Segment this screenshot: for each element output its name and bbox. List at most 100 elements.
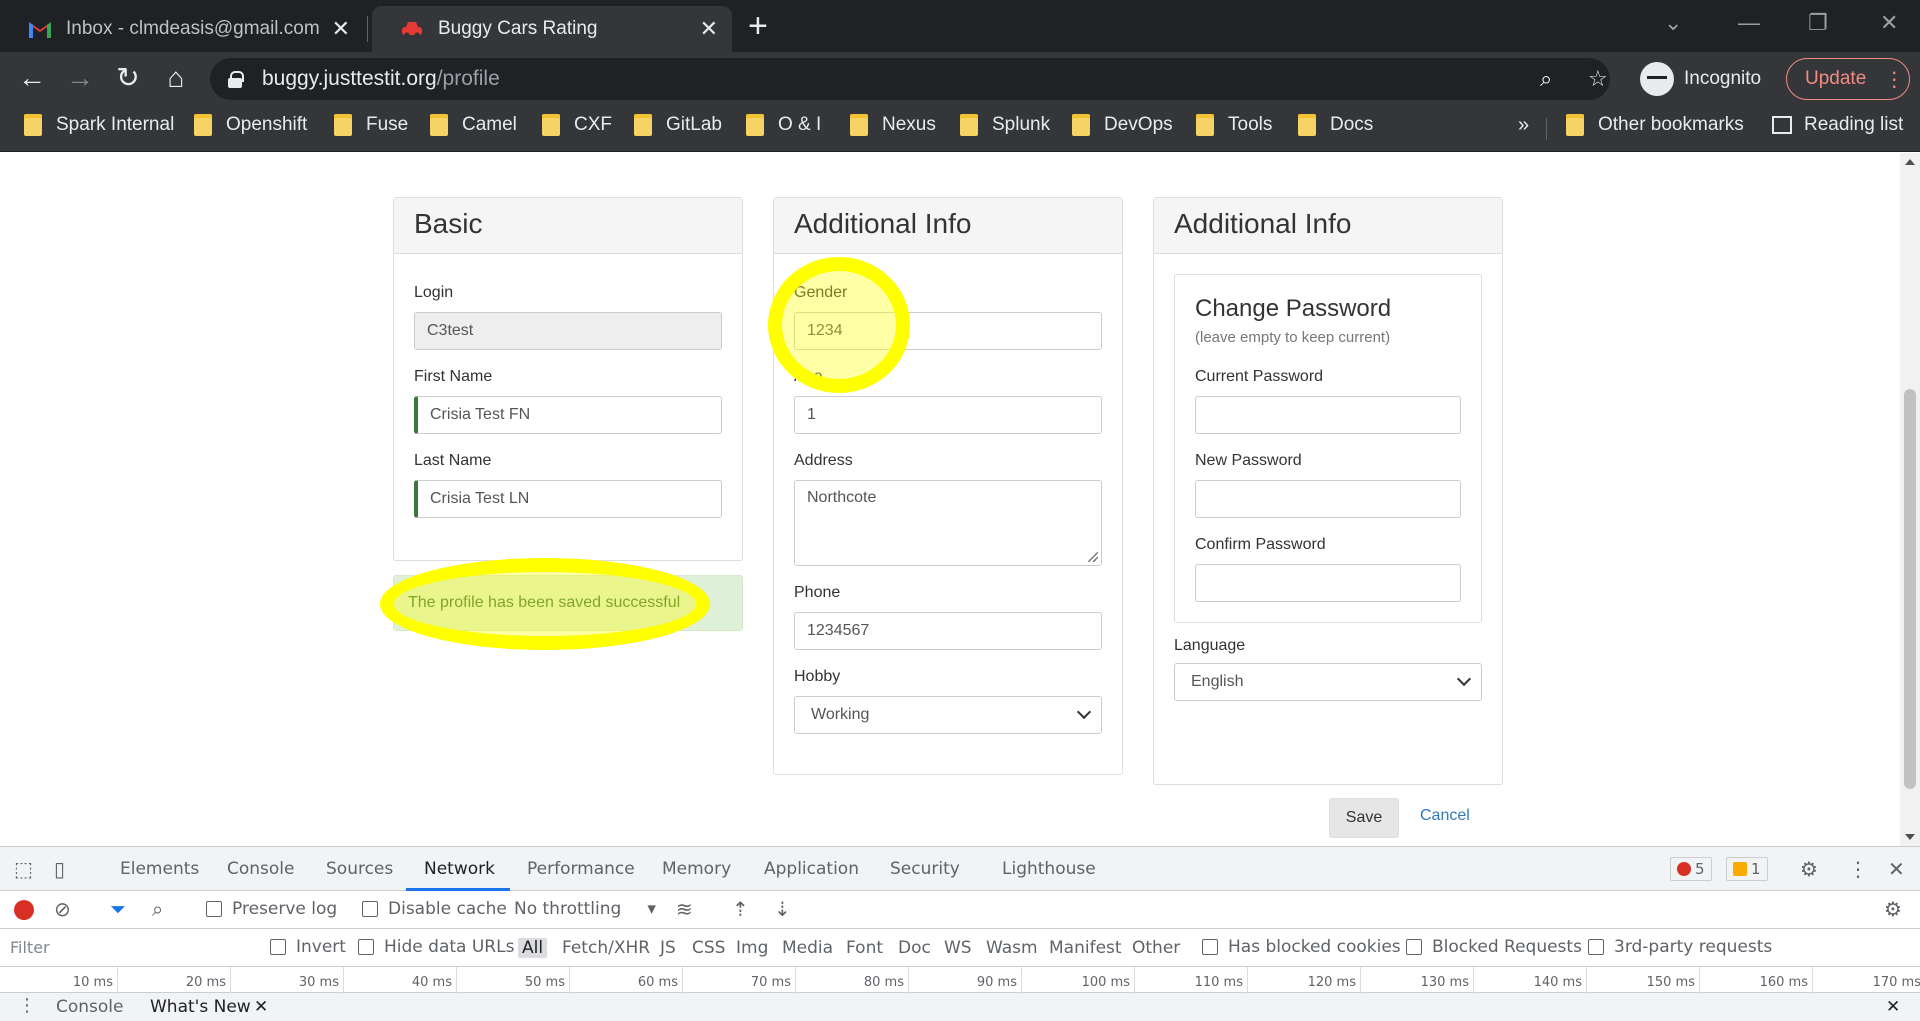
- other-bookmarks[interactable]: Other bookmarks: [1566, 114, 1744, 136]
- minimize-icon[interactable]: —: [1738, 10, 1760, 36]
- last-name-field[interactable]: Crisia Test LN: [414, 480, 722, 518]
- scroll-up-arrow-icon[interactable]: [1905, 159, 1915, 165]
- network-settings-gear-icon[interactable]: ⚙: [1884, 897, 1902, 921]
- bookmark-fuse[interactable]: Fuse: [334, 114, 408, 136]
- filter-type-manifest[interactable]: Manifest: [1049, 938, 1122, 958]
- devtools-tab-network[interactable]: Network: [424, 859, 495, 879]
- close-drawer-icon[interactable]: ✕: [1886, 997, 1900, 1017]
- hide-data-urls-checkbox[interactable]: Hide data URLs: [358, 937, 514, 957]
- update-button[interactable]: Update ⋮: [1786, 58, 1910, 100]
- language-select[interactable]: English: [1174, 663, 1482, 701]
- devtools-tab-performance[interactable]: Performance: [527, 859, 635, 879]
- new-tab-icon[interactable]: +: [748, 8, 768, 44]
- devtools-tab-application[interactable]: Application: [764, 859, 859, 879]
- zoom-magnifier-icon[interactable]: ⌕: [1540, 66, 1552, 92]
- scroll-down-arrow-icon[interactable]: [1905, 834, 1915, 840]
- devtools-tab-security[interactable]: Security: [890, 859, 960, 879]
- back-arrow-icon[interactable]: ←: [14, 62, 50, 94]
- bookmark-gitlab[interactable]: GitLab: [634, 114, 722, 136]
- close-tab-icon[interactable]: ✕: [332, 16, 350, 42]
- bookmark-nexus[interactable]: Nexus: [850, 114, 936, 136]
- browser-tab-gmail[interactable]: Inbox - clmdeasis@gmail.com - G ✕: [0, 6, 364, 52]
- bookmark-openshift[interactable]: Openshift: [194, 114, 307, 136]
- tab-search-chevron-icon[interactable]: ⌄: [1664, 10, 1682, 36]
- warning-count-badge[interactable]: 1: [1726, 857, 1768, 881]
- first-name-field[interactable]: Crisia Test FN: [414, 396, 722, 434]
- restore-icon[interactable]: ❐: [1808, 10, 1828, 36]
- filter-funnel-icon[interactable]: ⏷: [110, 897, 126, 921]
- bookmark-tools[interactable]: Tools: [1196, 114, 1272, 136]
- search-icon[interactable]: ⌕: [152, 897, 163, 921]
- lock-icon[interactable]: [228, 71, 244, 88]
- devtools-tab-elements[interactable]: Elements: [120, 859, 199, 879]
- close-drawer-tab-icon[interactable]: ✕: [254, 997, 268, 1017]
- phone-field[interactable]: 1234567: [794, 612, 1102, 650]
- device-toolbar-icon[interactable]: ▯: [54, 857, 65, 881]
- has-blocked-cookies-checkbox[interactable]: Has blocked cookies: [1202, 937, 1401, 957]
- drawer-tab-console[interactable]: Console: [56, 997, 124, 1017]
- bookmark-devops[interactable]: DevOps: [1072, 114, 1173, 136]
- hobby-select[interactable]: Working: [794, 696, 1102, 734]
- devtools-tab-memory[interactable]: Memory: [662, 859, 731, 879]
- drawer-tab-whats-new[interactable]: What's New: [150, 997, 251, 1017]
- throttling-select[interactable]: No throttling ▾: [514, 899, 656, 919]
- filter-type-font[interactable]: Font: [846, 938, 883, 958]
- record-icon[interactable]: [14, 900, 34, 920]
- bookmark-docs[interactable]: Docs: [1298, 114, 1373, 136]
- resize-grip-icon[interactable]: [1088, 552, 1098, 562]
- third-party-requests-checkbox[interactable]: 3rd-party requests: [1588, 937, 1772, 957]
- filter-type-doc[interactable]: Doc: [898, 938, 931, 958]
- settings-gear-icon[interactable]: ⚙: [1800, 857, 1818, 881]
- address-textarea[interactable]: Northcote: [794, 480, 1102, 566]
- close-window-icon[interactable]: ✕: [1880, 10, 1898, 36]
- network-conditions-wifi-icon[interactable]: ≋: [676, 897, 693, 921]
- bookmark-splunk[interactable]: Splunk: [960, 114, 1050, 136]
- devtools-tab-sources[interactable]: Sources: [326, 859, 393, 879]
- import-har-upload-icon[interactable]: ⇡: [732, 897, 749, 921]
- age-field[interactable]: 1: [794, 396, 1102, 434]
- preserve-log-checkbox[interactable]: Preserve log: [206, 899, 337, 919]
- bookmark-o-and-i[interactable]: O & I: [746, 114, 821, 136]
- filter-type-all[interactable]: All: [518, 938, 548, 958]
- new-password-field[interactable]: [1195, 480, 1461, 518]
- incognito-indicator[interactable]: Incognito: [1640, 58, 1761, 100]
- reload-icon[interactable]: ↻: [110, 62, 146, 94]
- address-bar[interactable]: buggy.justtestit.org/profile ⌕ ☆: [210, 58, 1610, 100]
- error-count-badge[interactable]: 5: [1670, 857, 1712, 881]
- reading-list[interactable]: Reading list: [1772, 114, 1903, 136]
- bookmark-spark-internal[interactable]: Spark Internal: [24, 114, 174, 136]
- filter-type-img[interactable]: Img: [736, 938, 768, 958]
- confirm-password-field[interactable]: [1195, 564, 1461, 602]
- filter-type-other[interactable]: Other: [1132, 938, 1180, 958]
- cancel-link[interactable]: Cancel: [1420, 807, 1470, 825]
- invert-checkbox[interactable]: Invert: [270, 937, 346, 957]
- filter-type-ws[interactable]: WS: [944, 938, 972, 958]
- current-password-field[interactable]: [1195, 396, 1461, 434]
- drawer-menu-kebab-icon[interactable]: ⋮: [18, 995, 36, 1016]
- inspect-element-icon[interactable]: ⬚: [14, 857, 33, 881]
- disable-cache-checkbox[interactable]: Disable cache: [362, 899, 507, 919]
- scrollbar-thumb[interactable]: [1904, 389, 1916, 789]
- filter-type-js[interactable]: JS: [660, 938, 676, 958]
- filter-type-media[interactable]: Media: [782, 938, 833, 958]
- bookmarks-overflow-icon[interactable]: »: [1518, 114, 1529, 137]
- blocked-requests-checkbox[interactable]: Blocked Requests: [1406, 937, 1582, 957]
- filter-type-fetch-xhr[interactable]: Fetch/XHR: [562, 938, 650, 958]
- browser-tab-buggy-cars[interactable]: Buggy Cars Rating ✕: [372, 6, 732, 52]
- devtools-menu-kebab-icon[interactable]: ⋮: [1848, 857, 1868, 881]
- bookmark-camel[interactable]: Camel: [430, 114, 517, 136]
- filter-input[interactable]: Filter: [4, 935, 250, 961]
- close-devtools-icon[interactable]: ✕: [1888, 857, 1905, 881]
- filter-type-css[interactable]: CSS: [692, 938, 725, 958]
- page-scrollbar[interactable]: [1900, 153, 1920, 846]
- forward-arrow-icon[interactable]: →: [62, 62, 98, 94]
- export-har-download-icon[interactable]: ⇣: [774, 897, 791, 921]
- bookmark-cxf[interactable]: CXF: [542, 114, 612, 136]
- close-tab-icon[interactable]: ✕: [700, 16, 718, 42]
- bookmark-star-icon[interactable]: ☆: [1588, 66, 1608, 92]
- network-timeline-overview[interactable]: 10 ms 20 ms 30 ms 40 ms 50 ms 60 ms 70 ms 80 ms…: [0, 967, 1920, 993]
- filter-type-wasm[interactable]: Wasm: [986, 938, 1038, 958]
- save-button[interactable]: Save: [1329, 798, 1399, 838]
- clear-icon[interactable]: ⊘: [54, 897, 71, 921]
- home-icon[interactable]: ⌂: [158, 62, 194, 94]
